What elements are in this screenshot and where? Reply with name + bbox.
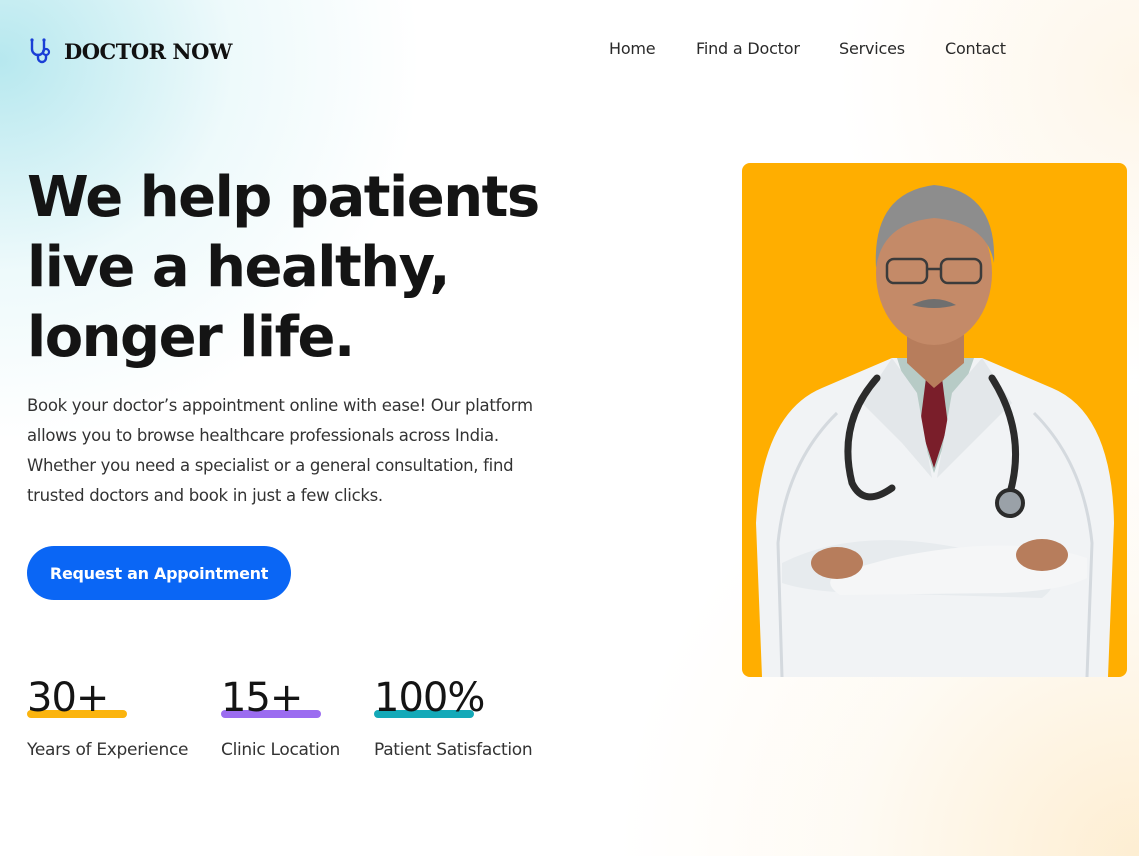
stat-label: Years of Experience <box>27 740 189 760</box>
stat-value-text: 30+ <box>27 675 109 721</box>
stat-value: 15+ <box>221 675 321 721</box>
stat-label: Patient Satisfaction <box>374 740 533 760</box>
stat-label: Clinic Location <box>221 740 340 760</box>
doctor-illustration <box>756 185 1114 677</box>
main-nav: Home Find a Doctor Services Contact <box>0 39 1139 63</box>
nav-contact[interactable]: Contact <box>945 39 1006 58</box>
hero-description: Book your doctor’s appointment online wi… <box>27 396 533 505</box>
stat-value: 100% <box>374 675 485 721</box>
doctor-photo <box>742 163 1127 677</box>
stat-value: 30+ <box>27 675 127 721</box>
request-appointment-button[interactable]: Request an Appointment <box>27 546 291 600</box>
nav-services[interactable]: Services <box>839 39 905 58</box>
hero-title-line: longer life. <box>27 305 355 370</box>
nav-find-a-doctor[interactable]: Find a Doctor <box>696 39 800 58</box>
stat-satisfaction: 100% Patient Satisfaction <box>374 675 533 760</box>
stat-experience: 30+ Years of Experience <box>27 675 188 760</box>
stat-value-text: 100% <box>374 675 485 721</box>
stat-value-text: 15+ <box>221 675 303 721</box>
hero-title: We help patients live a healthy, longer … <box>27 163 627 373</box>
hero-title-line: We help patients <box>27 165 540 230</box>
stat-clinics: 15+ Clinic Location <box>221 675 340 760</box>
hero-title-line: live a healthy, <box>27 235 451 300</box>
nav-home[interactable]: Home <box>609 39 656 58</box>
